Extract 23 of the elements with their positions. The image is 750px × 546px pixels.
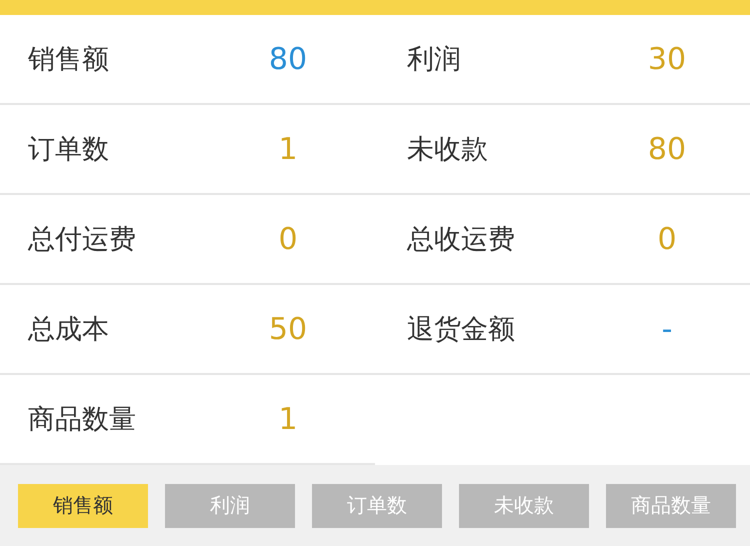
stat-value: 1 bbox=[277, 402, 299, 436]
tab[interactable]: 销售额 bbox=[18, 484, 148, 528]
stat-value: 80 bbox=[268, 42, 308, 76]
stat-label: 退货金额 bbox=[407, 313, 516, 347]
stat-label: 总付运费 bbox=[28, 223, 137, 257]
tab[interactable]: 订单数 bbox=[312, 484, 442, 528]
stat-label: 商品数量 bbox=[28, 403, 137, 437]
stat-value: 50 bbox=[268, 312, 308, 346]
stat-label: 销售额 bbox=[28, 43, 110, 77]
tab[interactable]: 利润 bbox=[165, 484, 295, 528]
stat-value: 0 bbox=[277, 222, 299, 256]
tab[interactable]: 商品数量 bbox=[606, 484, 736, 528]
tab[interactable]: 未收款 bbox=[459, 484, 589, 528]
stat-value: 1 bbox=[277, 132, 299, 166]
stat-label: 总收运费 bbox=[407, 223, 516, 257]
stat-value: 30 bbox=[646, 42, 688, 76]
stat-value: 0 bbox=[656, 222, 678, 256]
stat-label: 总成本 bbox=[28, 313, 110, 347]
stat-label: 利润 bbox=[407, 43, 462, 77]
stat-value: - bbox=[660, 312, 674, 346]
stat-label: 订单数 bbox=[28, 133, 110, 167]
stat-value: 80 bbox=[646, 132, 688, 166]
stat-label: 未收款 bbox=[407, 133, 489, 167]
